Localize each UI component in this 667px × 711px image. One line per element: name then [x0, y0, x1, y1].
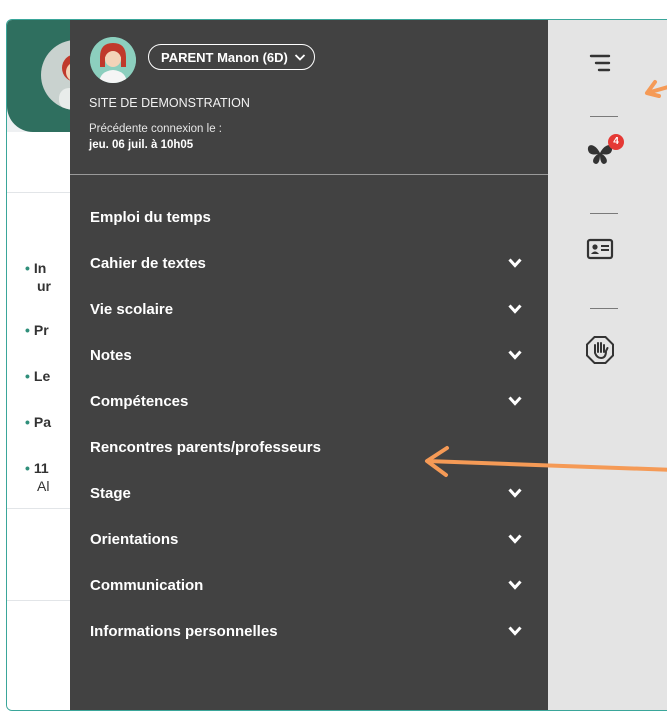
- menu-item-stage[interactable]: Stage: [70, 471, 548, 517]
- drawer-header: PARENT Manon (6D) SITE DE DEMONSTRATION …: [70, 20, 548, 175]
- background-list-item-cont: Al: [37, 478, 50, 494]
- parent-child-selector[interactable]: PARENT Manon (6D): [148, 44, 315, 70]
- menu-item-label: Stage: [90, 485, 131, 502]
- main-menu: Emploi du temps Cahier de textes Vie sco…: [70, 195, 548, 655]
- menu-item-emploi-du-temps[interactable]: Emploi du temps: [70, 195, 548, 241]
- rail-divider: [590, 308, 618, 309]
- menu-item-label: Notes: [90, 347, 132, 364]
- chevron-down-icon: [508, 258, 522, 268]
- menu-item-label: Rencontres parents/professeurs: [90, 439, 321, 456]
- chevron-down-icon: [508, 626, 522, 636]
- background-list-item: • Pr: [25, 322, 49, 338]
- app-frame: • In ur • Pr • Le • Pa • 11 Al PARENT Manon (…: [6, 19, 667, 711]
- menu-item-label: Communication: [90, 577, 204, 594]
- header-divider: [70, 174, 548, 175]
- chevron-down-icon: [508, 488, 522, 498]
- rail-divider: [590, 116, 618, 117]
- menu-item-competences[interactable]: Compétences: [70, 379, 548, 425]
- chevron-down-icon: [508, 580, 522, 590]
- menu-item-vie-scolaire[interactable]: Vie scolaire: [70, 287, 548, 333]
- menu-item-orientations[interactable]: Orientations: [70, 517, 548, 563]
- menu-item-label: Compétences: [90, 393, 189, 410]
- menu-item-label: Cahier de textes: [90, 255, 206, 272]
- menu-item-rencontres-parents-professeurs[interactable]: Rencontres parents/professeurs: [70, 425, 548, 471]
- chevron-down-icon: [508, 396, 522, 406]
- notifications-badge: 4: [608, 134, 624, 150]
- id-card-icon[interactable]: [585, 234, 615, 264]
- navigation-drawer: PARENT Manon (6D) SITE DE DEMONSTRATION …: [70, 20, 548, 710]
- chevron-down-icon: [508, 350, 522, 360]
- background-list-item: • 11: [25, 460, 49, 476]
- child-avatar[interactable]: [90, 37, 136, 83]
- menu-item-informations-personnelles[interactable]: Informations personnelles: [70, 609, 548, 655]
- background-list-item: • In: [25, 260, 47, 276]
- notifications-button[interactable]: 4: [585, 134, 624, 168]
- last-connection-value: jeu. 06 juil. à 10h05: [89, 139, 194, 151]
- menu-item-cahier-de-textes[interactable]: Cahier de textes: [70, 241, 548, 287]
- chevron-down-icon: [294, 45, 306, 80]
- menu-item-label: Emploi du temps: [90, 209, 211, 226]
- chevron-down-icon: [508, 304, 522, 314]
- last-connection-label: Précédente connexion le :: [89, 123, 222, 135]
- parent-child-label: PARENT Manon (6D): [161, 50, 288, 65]
- site-name: SITE DE DEMONSTRATION: [89, 96, 250, 110]
- menu-item-label: Vie scolaire: [90, 301, 174, 318]
- right-rail: 4: [548, 20, 667, 710]
- hand-stop-icon[interactable]: [585, 335, 615, 365]
- menu-item-notes[interactable]: Notes: [70, 333, 548, 379]
- background-list-item-cont: ur: [37, 278, 51, 294]
- rail-divider: [590, 213, 618, 214]
- chevron-down-icon: [508, 534, 522, 544]
- background-list-item: • Pa: [25, 414, 52, 430]
- menu-lines-icon[interactable]: [585, 48, 615, 78]
- menu-item-communication[interactable]: Communication: [70, 563, 548, 609]
- menu-item-label: Informations personnelles: [90, 623, 278, 640]
- background-list-item: • Le: [25, 368, 51, 384]
- menu-item-label: Orientations: [90, 531, 179, 548]
